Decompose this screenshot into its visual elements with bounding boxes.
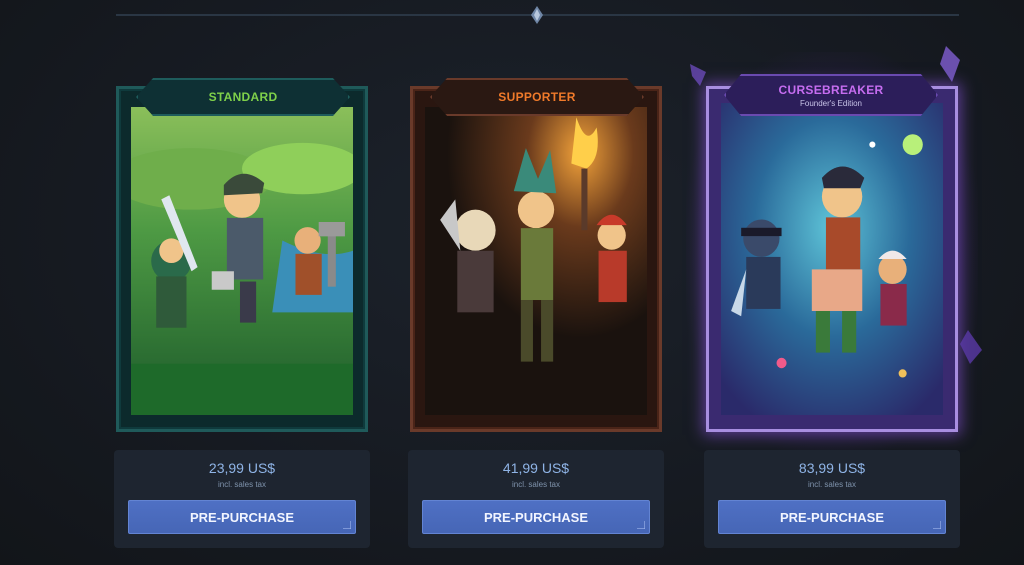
price-label: 83,99 US$ <box>798 460 866 476</box>
tax-note: incl. sales tax <box>511 480 561 489</box>
edition-tier-label: SUPPORTER <box>498 90 576 104</box>
purchase-panel: 83,99 US$ incl. sales tax PRE-PURCHASE <box>704 450 960 548</box>
edition-title-banner: STANDARD <box>136 78 350 116</box>
pre-purchase-button[interactable]: PRE-PURCHASE <box>718 500 946 534</box>
edition-tier-label: STANDARD <box>208 90 278 104</box>
price-label: 41,99 US$ <box>502 460 570 476</box>
pre-purchase-button[interactable]: PRE-PURCHASE <box>128 500 356 534</box>
edition-selection-page: STANDARD 23,99 US$ incl. sales tax PRE-P… <box>0 0 1024 565</box>
corner-accent-icon <box>933 521 941 529</box>
price-label: 23,99 US$ <box>208 460 276 476</box>
purchase-panel: 41,99 US$ incl. sales tax PRE-PURCHASE <box>408 450 664 548</box>
edition-artwork-frame[interactable] <box>410 86 662 432</box>
diamond-gem-icon <box>530 6 544 24</box>
edition-title-banner: SUPPORTER <box>430 78 644 116</box>
tax-note: incl. sales tax <box>807 480 857 489</box>
corner-accent-icon <box>637 521 645 529</box>
button-label: PRE-PURCHASE <box>779 509 884 525</box>
edition-tier-label: CURSEBREAKER <box>778 82 884 97</box>
edition-artwork-frame[interactable] <box>706 86 958 432</box>
purchase-panel: 23,99 US$ incl. sales tax PRE-PURCHASE <box>114 450 370 548</box>
tax-note: incl. sales tax <box>217 480 267 489</box>
edition-artwork-image <box>721 103 943 415</box>
edition-subtitle: Founder's Edition <box>799 98 862 108</box>
pre-purchase-button[interactable]: PRE-PURCHASE <box>422 500 650 534</box>
button-label: PRE-PURCHASE <box>483 509 588 525</box>
edition-artwork-image <box>425 107 647 415</box>
crystal-shard-icon <box>690 64 706 86</box>
crystal-shard-icon <box>940 46 960 82</box>
corner-accent-icon <box>343 521 351 529</box>
edition-title-banner: CURSEBREAKER Founder's Edition <box>724 74 938 116</box>
button-label: PRE-PURCHASE <box>189 509 294 525</box>
edition-artwork-frame[interactable] <box>116 86 368 432</box>
edition-artwork-image <box>131 107 353 415</box>
crystal-shard-icon <box>960 330 982 364</box>
